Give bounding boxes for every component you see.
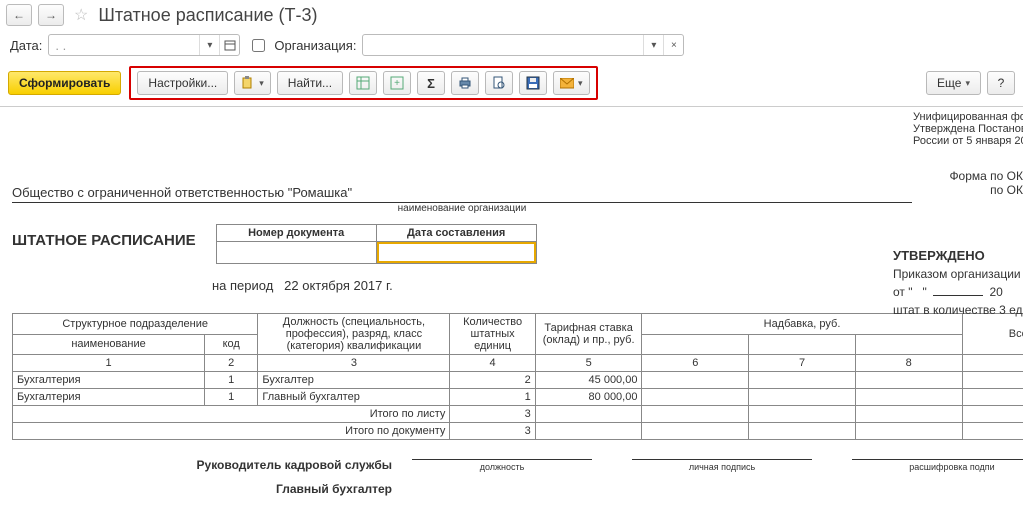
form-approval-text: Унифицированная форма Утверждена Постано… bbox=[913, 111, 1023, 147]
staffing-table: Структурное подразделение Должность (спе… bbox=[12, 313, 1023, 440]
organization-label: Организация: bbox=[274, 38, 356, 53]
organization-input[interactable]: ▾ × bbox=[362, 34, 684, 56]
approval-line: Утверждена Постановлен bbox=[913, 123, 1023, 135]
date-label: Дата: bbox=[10, 38, 42, 53]
th-allowance-2 bbox=[749, 334, 856, 355]
grid-expand-icon bbox=[356, 76, 370, 90]
doc-number-header: Номер документа bbox=[216, 225, 376, 242]
help-button[interactable]: ? bbox=[987, 71, 1015, 95]
doc-number-cell[interactable] bbox=[216, 242, 376, 264]
calendar-icon[interactable] bbox=[219, 35, 239, 55]
sigma-icon: Σ bbox=[427, 76, 435, 91]
th-subdivision: Структурное подразделение bbox=[13, 314, 258, 335]
svg-text:+: + bbox=[394, 78, 400, 89]
colnum: 2 bbox=[205, 355, 258, 372]
document-title: ШТАТНОЕ РАСПИСАНИЕ bbox=[12, 232, 196, 249]
printer-icon bbox=[458, 76, 472, 90]
period-value: 22 октября 2017 г. bbox=[284, 278, 393, 293]
table-total-row: Итого по листу 3 bbox=[13, 406, 1023, 423]
th-subdiv-name: наименование bbox=[13, 334, 205, 355]
grid-collapse-icon: + bbox=[390, 76, 404, 90]
preview-button[interactable] bbox=[485, 71, 513, 95]
th-allowance-3 bbox=[855, 334, 962, 355]
nav-forward-button[interactable]: → bbox=[38, 4, 64, 26]
form-code-block: Форма по ОК по ОК bbox=[933, 169, 1023, 197]
table-row[interactable]: Бухгалтерия 1 Главный бухгалтер 1 80 000… bbox=[13, 389, 1023, 406]
dropdown-icon[interactable]: ▾ bbox=[643, 35, 663, 55]
colnum: 3 bbox=[258, 355, 450, 372]
nav-back-button[interactable]: ← bbox=[6, 4, 32, 26]
favorite-star-icon[interactable]: ☆ bbox=[74, 5, 88, 25]
approval-line: России от 5 января 2004 bbox=[913, 135, 1023, 147]
date-value: . . bbox=[49, 38, 199, 53]
highlighted-toolbar-group: Настройки... ▾ Найти... + Σ ▾ bbox=[129, 66, 597, 100]
colnum: 5 bbox=[535, 355, 642, 372]
th-position: Должность (специальность, профессия), ра… bbox=[258, 314, 450, 355]
table-row[interactable]: Бухгалтерия 1 Бухгалтер 2 45 000,00 bbox=[13, 372, 1023, 389]
dropdown-icon[interactable]: ▾ bbox=[199, 35, 219, 55]
sign-line-sign: личная подпись bbox=[632, 459, 812, 472]
organization-full-name: Общество с ограниченной ответственностью… bbox=[12, 185, 1011, 200]
print-button[interactable] bbox=[451, 71, 479, 95]
arrow-right-icon: → bbox=[45, 8, 57, 22]
sign-label-hr: Руководитель кадровой службы bbox=[12, 458, 412, 472]
approved-line: Приказом организации bbox=[893, 265, 1023, 283]
th-units: Количество штатных единиц bbox=[450, 314, 535, 355]
document-number-table: Номер документа Дата составления bbox=[216, 224, 537, 264]
table-total-row: Итого по документу 3 80 00 bbox=[13, 423, 1023, 440]
colnum: 7 bbox=[749, 355, 856, 372]
period-row: на период 22 октября 2017 г. bbox=[12, 278, 1011, 293]
form-report-button[interactable]: Сформировать bbox=[8, 71, 121, 95]
more-label: Еще bbox=[937, 76, 961, 90]
doc-date-cell[interactable] bbox=[376, 242, 536, 264]
sign-label-accountant: Главный бухгалтер bbox=[12, 482, 412, 496]
colnum: 6 bbox=[642, 355, 749, 372]
colnum: 9 bbox=[962, 355, 1023, 372]
approved-title: УТВЕРЖДЕНО bbox=[893, 247, 1023, 265]
paste-dropdown-button[interactable]: ▾ bbox=[234, 71, 271, 95]
form-code-line: по ОК bbox=[933, 183, 1023, 197]
organization-caption: наименование организации bbox=[12, 203, 912, 214]
organization-checkbox[interactable] bbox=[252, 39, 265, 52]
th-rate: Тарифная ставка (оклад) и пр., руб. bbox=[535, 314, 642, 355]
date-input[interactable]: . . ▾ bbox=[48, 34, 240, 56]
period-label: на период bbox=[212, 278, 273, 293]
more-button[interactable]: Еще ▾ bbox=[926, 71, 981, 95]
report-area: Унифицированная форма Утверждена Постано… bbox=[0, 107, 1023, 508]
approved-line: штат в количестве 3 един bbox=[893, 301, 1023, 319]
signature-row-hr: Руководитель кадровой службы должность л… bbox=[12, 458, 1011, 472]
envelope-icon bbox=[560, 78, 574, 89]
form-code-line: Форма по ОК bbox=[933, 169, 1023, 183]
colnum: 8 bbox=[855, 355, 962, 372]
save-button[interactable] bbox=[519, 71, 547, 95]
page-magnify-icon bbox=[492, 76, 506, 90]
email-dropdown-button[interactable]: ▾ bbox=[553, 71, 590, 95]
paste-icon bbox=[241, 76, 255, 90]
page-title: Штатное расписание (Т-3) bbox=[98, 5, 317, 26]
colnum: 1 bbox=[13, 355, 205, 372]
th-total: Всего, руб. bbox=[962, 314, 1023, 355]
arrow-left-icon: ← bbox=[13, 8, 25, 22]
clear-icon[interactable]: × bbox=[663, 35, 683, 55]
th-subdiv-code: код bbox=[205, 334, 258, 355]
th-allowance-1 bbox=[642, 334, 749, 355]
sign-line-name: расшифровка подпи bbox=[852, 459, 1023, 472]
find-button[interactable]: Найти... bbox=[277, 71, 343, 95]
colnum: 4 bbox=[450, 355, 535, 372]
approved-date-line: от " " 20 bbox=[893, 283, 1023, 301]
grid-collapse-button[interactable]: + bbox=[383, 71, 411, 95]
approval-line: Унифицированная форма bbox=[913, 111, 1023, 123]
approved-block: УТВЕРЖДЕНО Приказом организации от " " 2… bbox=[893, 247, 1023, 319]
doc-date-header: Дата составления bbox=[376, 225, 536, 242]
signature-row-accountant: Главный бухгалтер bbox=[12, 482, 1011, 496]
floppy-icon bbox=[526, 76, 540, 90]
sum-button[interactable]: Σ bbox=[417, 71, 445, 95]
sign-line-position: должность bbox=[412, 459, 592, 472]
grid-expand-button[interactable] bbox=[349, 71, 377, 95]
settings-button[interactable]: Настройки... bbox=[137, 71, 228, 95]
